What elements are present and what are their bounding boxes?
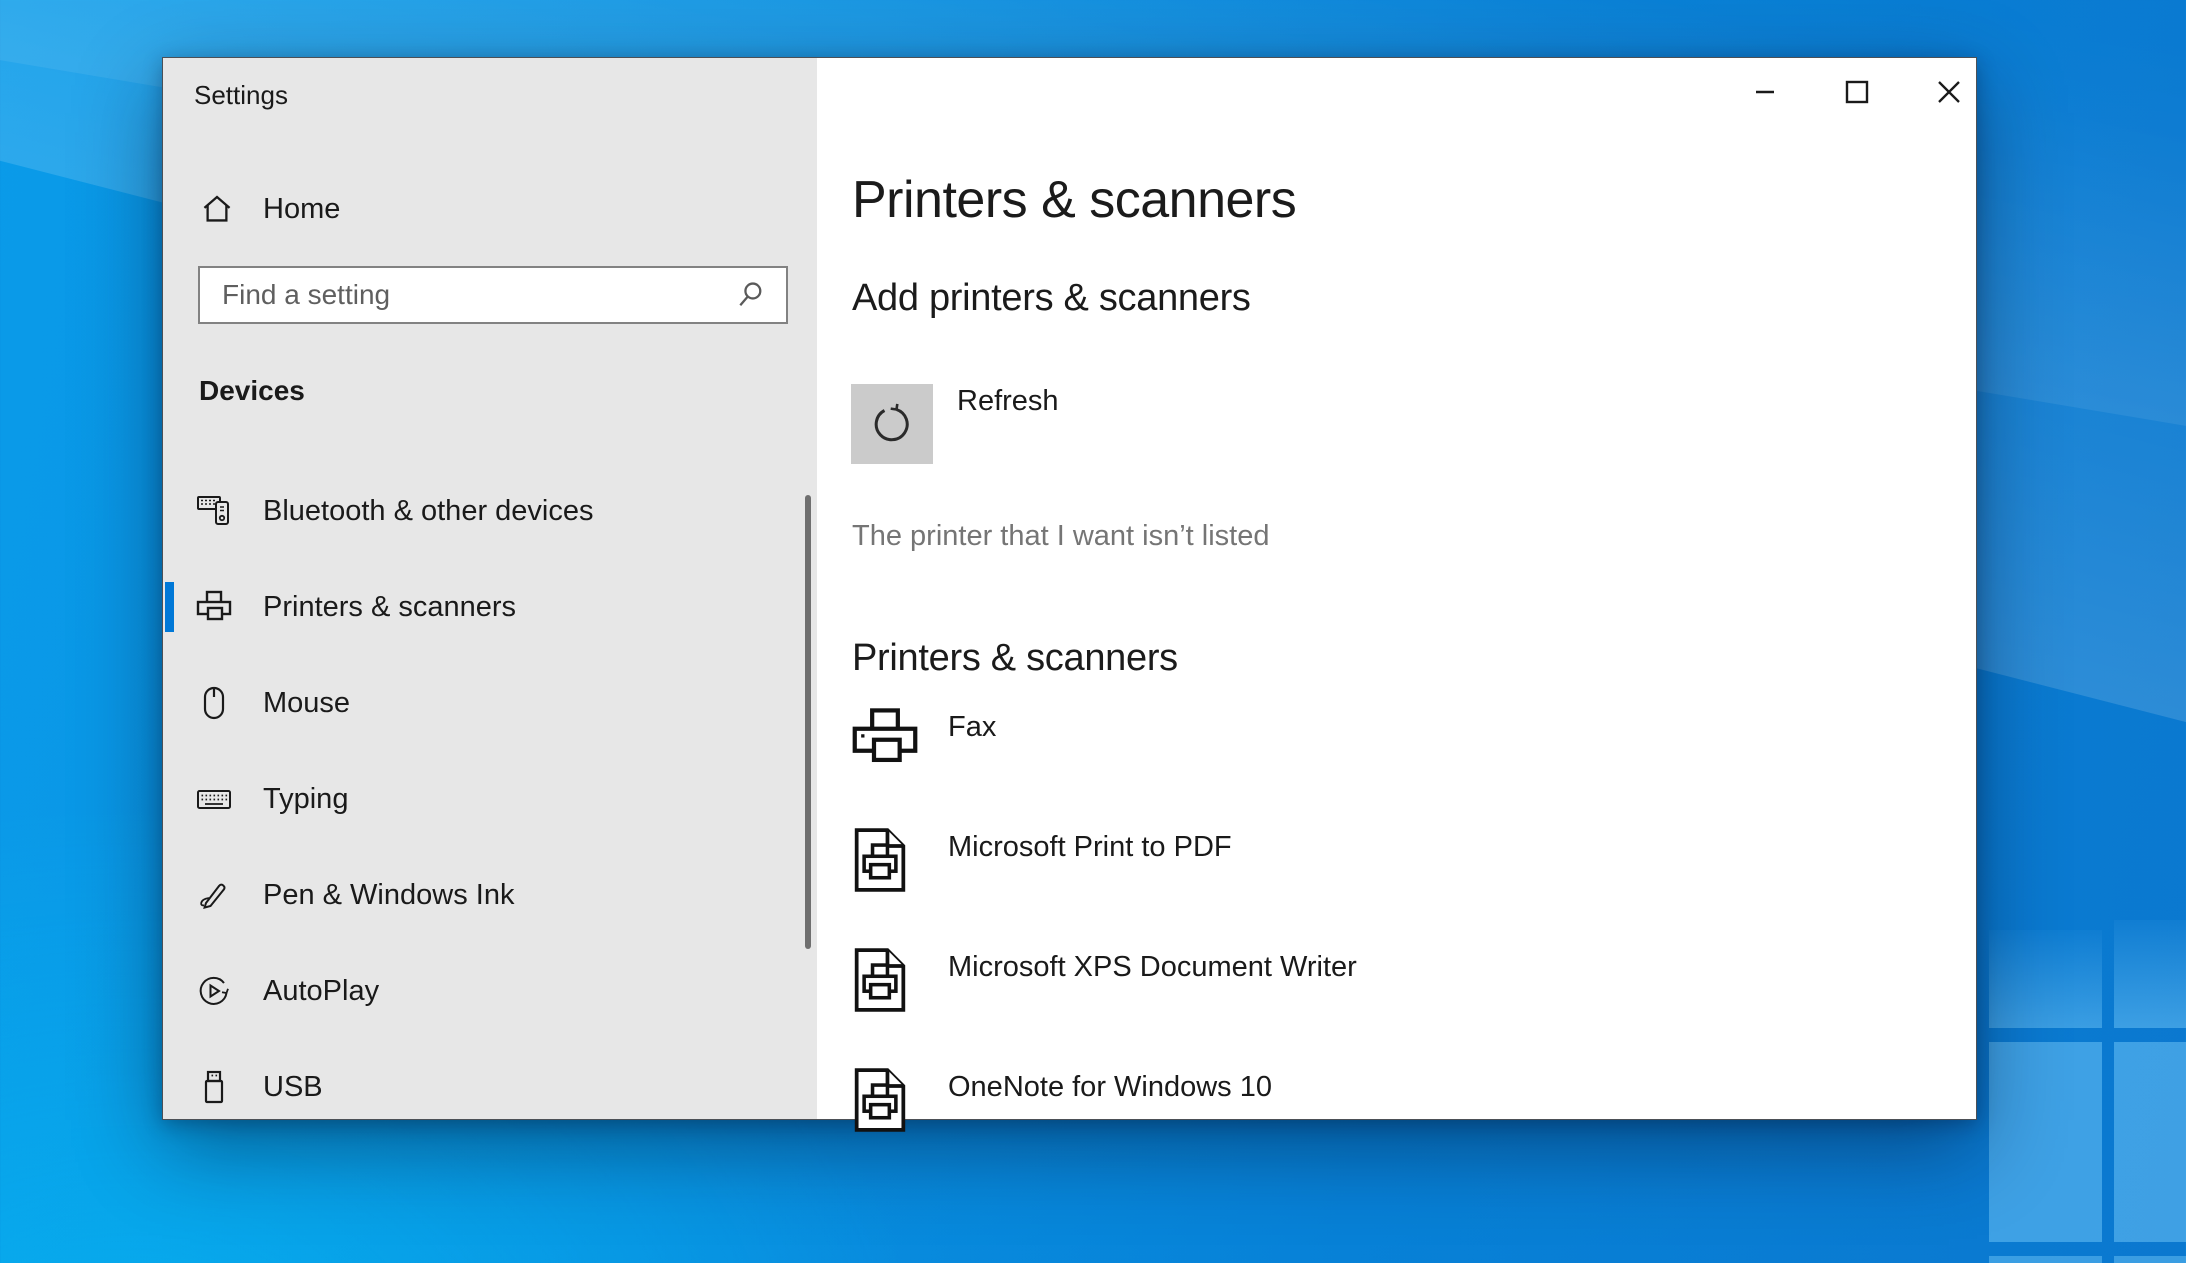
add-printers-heading: Add printers & scanners [852,277,1251,320]
wallpaper-logo-pane [2114,1256,2186,1263]
sidebar-item-label: Bluetooth & other devices [263,495,593,528]
close-button[interactable] [1903,68,1995,116]
sidebar-item-label: Printers & scanners [263,591,516,624]
printer-not-listed-link[interactable]: The printer that I want isn’t listed [852,520,1269,553]
desktop: { "window": { "title": "Settings", "cont… [0,0,2186,1263]
mouse-icon [196,685,232,721]
printer-icon [196,589,232,625]
page-title: Printers & scanners [852,170,1296,230]
sidebar-item-typing[interactable]: Typing [163,769,817,829]
wallpaper-logo-pane [2114,920,2186,1028]
search-box [198,266,788,324]
refresh-label: Refresh [957,385,1059,418]
sidebar-item-label: Pen & Windows Ink [263,879,514,912]
printer-name: OneNote for Windows 10 [948,1071,1272,1104]
printer-list-item[interactable]: Fax [852,707,996,773]
document-printer-icon [852,827,908,893]
window-title: Settings [194,80,288,111]
wallpaper-logo-pane [1989,1256,2102,1263]
sidebar-item-label: Typing [263,783,348,816]
maximize-button[interactable] [1811,68,1903,116]
printer-list-item[interactable]: Microsoft XPS Document Writer [852,947,1357,1013]
printer-list-item[interactable]: Microsoft Print to PDF [852,827,1232,893]
bluetooth-devices-icon [196,493,232,529]
sidebar-item-printers[interactable]: Printers & scanners [163,577,817,637]
wallpaper-logo-pane [1989,1042,2102,1242]
printer-icon [852,707,918,767]
keyboard-icon [196,781,232,817]
selected-item-accent-bar [165,582,174,632]
sidebar-item-autoplay[interactable]: AutoPlay [163,961,817,1021]
document-printer-icon [852,947,908,1013]
printer-name: Fax [948,711,996,744]
wallpaper-logo-pane [2114,1042,2186,1242]
sidebar: Settings Home Devices [163,58,817,1119]
sidebar-item-label: Mouse [263,687,350,720]
usb-icon [196,1069,232,1105]
refresh-icon [869,401,915,447]
wallpaper-logo-pane [1989,930,2102,1028]
printer-name: Microsoft Print to PDF [948,831,1232,864]
close-icon [1933,76,1965,108]
autoplay-icon [196,973,232,1009]
search-input[interactable] [200,279,734,311]
minimize-icon [1750,77,1780,107]
settings-window: Settings Home Devices [162,57,1977,1120]
pen-icon [196,877,232,913]
search-icon[interactable] [734,279,766,311]
sidebar-item-mouse[interactable]: Mouse [163,673,817,733]
sidebar-scrollbar-thumb[interactable] [805,495,811,949]
sidebar-item-bluetooth[interactable]: Bluetooth & other devices [163,481,817,541]
minimize-button[interactable] [1719,68,1811,116]
sidebar-item-home[interactable]: Home [163,186,817,232]
sidebar-item-usb[interactable]: USB [163,1057,817,1117]
window-caption-controls [1719,68,1995,116]
document-printer-icon [852,1067,908,1133]
main-content: Printers & scanners Add printers & scann… [817,58,1976,1119]
sidebar-item-pen[interactable]: Pen & Windows Ink [163,865,817,925]
printers-list-heading: Printers & scanners [852,637,1178,680]
sidebar-home-label: Home [263,193,340,226]
sidebar-section-devices: Devices [199,375,305,407]
sidebar-item-label: USB [263,1071,323,1104]
printer-list-item[interactable]: OneNote for Windows 10 [852,1067,1272,1133]
printer-name: Microsoft XPS Document Writer [948,951,1357,984]
sidebar-item-label: AutoPlay [263,975,379,1008]
refresh-button[interactable] [851,384,933,464]
maximize-icon [1842,77,1872,107]
home-icon [201,193,233,225]
